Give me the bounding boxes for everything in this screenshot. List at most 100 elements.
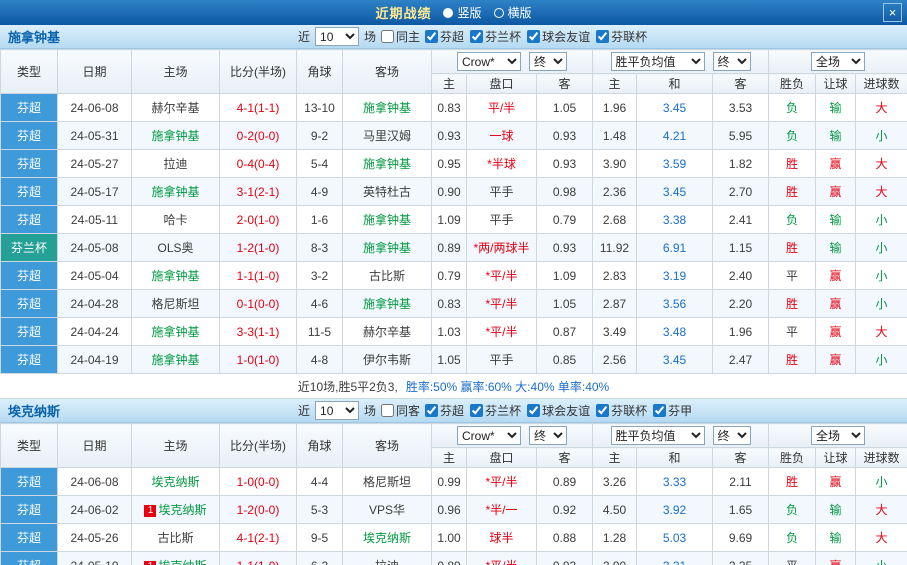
league-filter[interactable]: 球会友谊	[527, 402, 590, 419]
handicap-line: *半/一	[467, 496, 537, 524]
result: 负	[769, 496, 816, 524]
league-checkbox[interactable]	[527, 30, 540, 43]
lose-odds: 2.47	[713, 346, 769, 374]
league-checkbox[interactable]	[596, 30, 609, 43]
team-name: 施拿钟基	[151, 269, 199, 283]
europe-final-select[interactable]: 终	[713, 426, 751, 445]
corners: 8-3	[297, 234, 343, 262]
europe-odds-select[interactable]: 胜平负均值	[611, 426, 705, 445]
col-handicap: 盘口	[467, 448, 537, 468]
goals-result: 小	[856, 122, 907, 150]
draw-odds: 3.19	[637, 262, 713, 290]
league-checkbox[interactable]	[527, 404, 540, 417]
match-row: 芬超24-05-31施拿钟基0-2(0-0)9-2马里汉姆0.93一球0.931…	[1, 122, 907, 150]
home-team: 格尼斯坦	[132, 290, 220, 318]
league-filter[interactable]: 芬联杯	[596, 402, 647, 419]
close-icon[interactable]: ×	[883, 3, 902, 22]
lose-odds: 2.70	[713, 178, 769, 206]
section-header: 埃克纳斯 近 10 场 同客 芬超芬兰杯球会友谊芬联杯芬甲	[0, 399, 907, 423]
handicap-result: 输	[816, 206, 856, 234]
draw-odds: 6.91	[637, 234, 713, 262]
col-date: 日期	[58, 50, 132, 94]
league-checkbox[interactable]	[470, 30, 483, 43]
asian-final-select[interactable]: 终	[529, 426, 567, 445]
col-asian-away: 客	[537, 448, 593, 468]
league-checkbox[interactable]	[425, 404, 438, 417]
league-checkbox[interactable]	[470, 404, 483, 417]
result: 负	[769, 94, 816, 122]
league-checkbox[interactable]	[596, 404, 609, 417]
win-odds: 2.68	[593, 206, 637, 234]
layout-horizontal-radio[interactable]: 横版	[494, 4, 532, 21]
result: 胜	[769, 150, 816, 178]
league-filter[interactable]: 芬超	[425, 402, 464, 419]
league-filter[interactable]: 芬联杯	[596, 28, 647, 45]
corners: 9-2	[297, 122, 343, 150]
same-venue-filter[interactable]: 同主	[381, 28, 420, 45]
col-asian-home: 主	[432, 448, 467, 468]
away-team: 施拿钟基	[343, 150, 432, 178]
league-checkbox[interactable]	[425, 30, 438, 43]
handicap-away-odds: 1.05	[537, 94, 593, 122]
odds-company-select[interactable]: Crow*	[457, 426, 521, 445]
same-venue-checkbox[interactable]	[381, 404, 394, 417]
home-team: 哈卡	[132, 206, 220, 234]
scope-select[interactable]: 全场	[811, 52, 865, 71]
league-filter[interactable]: 芬超	[425, 28, 464, 45]
handicap-away-odds: 0.93	[537, 234, 593, 262]
league-filter[interactable]: 芬兰杯	[470, 28, 521, 45]
team-name: 格尼斯坦	[151, 297, 199, 311]
league-type: 芬超	[1, 94, 58, 122]
same-venue-label: 同客	[396, 402, 420, 419]
col-date: 日期	[58, 424, 132, 468]
away-team: 施拿钟基	[343, 234, 432, 262]
handicap-line: *平/半	[467, 552, 537, 565]
league-type: 芬超	[1, 524, 58, 552]
odds-company-select[interactable]: Crow*	[457, 52, 521, 71]
layout-vertical-radio[interactable]: 竖版	[443, 4, 481, 21]
home-team: 施拿钟基	[132, 318, 220, 346]
match-date: 24-05-08	[58, 234, 132, 262]
handicap-result: 赢	[816, 290, 856, 318]
europe-final-select[interactable]: 终	[713, 52, 751, 71]
match-count-select[interactable]: 10	[315, 401, 359, 420]
draw-odds: 3.45	[637, 94, 713, 122]
handicap-away-odds: 1.09	[537, 262, 593, 290]
handicap-home-odds: 0.83	[432, 290, 467, 318]
games-label: 场	[364, 28, 376, 45]
match-count-select[interactable]: 10	[315, 27, 359, 46]
col-home: 主场	[132, 50, 220, 94]
corners: 9-5	[297, 524, 343, 552]
league-filter[interactable]: 芬甲	[653, 402, 692, 419]
same-venue-filter[interactable]: 同客	[381, 402, 420, 419]
away-team: 施拿钟基	[343, 206, 432, 234]
col-home: 主场	[132, 424, 220, 468]
draw-odds: 5.03	[637, 524, 713, 552]
home-team: 1埃克纳斯	[132, 496, 220, 524]
league-checkbox[interactable]	[653, 404, 666, 417]
match-date: 24-05-19	[58, 552, 132, 565]
corners: 4-8	[297, 346, 343, 374]
away-team: VPS华	[343, 496, 432, 524]
same-venue-checkbox[interactable]	[381, 30, 394, 43]
league-filter[interactable]: 芬兰杯	[470, 402, 521, 419]
score: 1-2(1-0)	[220, 234, 297, 262]
col-asian-home: 主	[432, 74, 467, 94]
win-odds: 3.90	[593, 150, 637, 178]
asian-final-select[interactable]: 终	[529, 52, 567, 71]
summary-row: 近10场,胜5平2负3, 胜率:50% 赢率:60% 大:40% 单率:40%	[0, 374, 907, 399]
league-filter[interactable]: 球会友谊	[527, 28, 590, 45]
home-team: OLS奥	[132, 234, 220, 262]
col-score: 比分(半场)	[220, 424, 297, 468]
match-date: 24-05-27	[58, 150, 132, 178]
score: 1-2(0-0)	[220, 496, 297, 524]
league-filters: 芬超芬兰杯球会友谊芬联杯芬甲	[425, 402, 692, 419]
win-odds: 2.90	[593, 552, 637, 565]
handicap-home-odds: 0.99	[432, 468, 467, 496]
europe-odds-select[interactable]: 胜平负均值	[611, 52, 705, 71]
scope-select[interactable]: 全场	[811, 426, 865, 445]
win-odds: 1.28	[593, 524, 637, 552]
near-label: 近	[298, 402, 310, 419]
handicap-result: 赢	[816, 150, 856, 178]
home-team: 施拿钟基	[132, 178, 220, 206]
